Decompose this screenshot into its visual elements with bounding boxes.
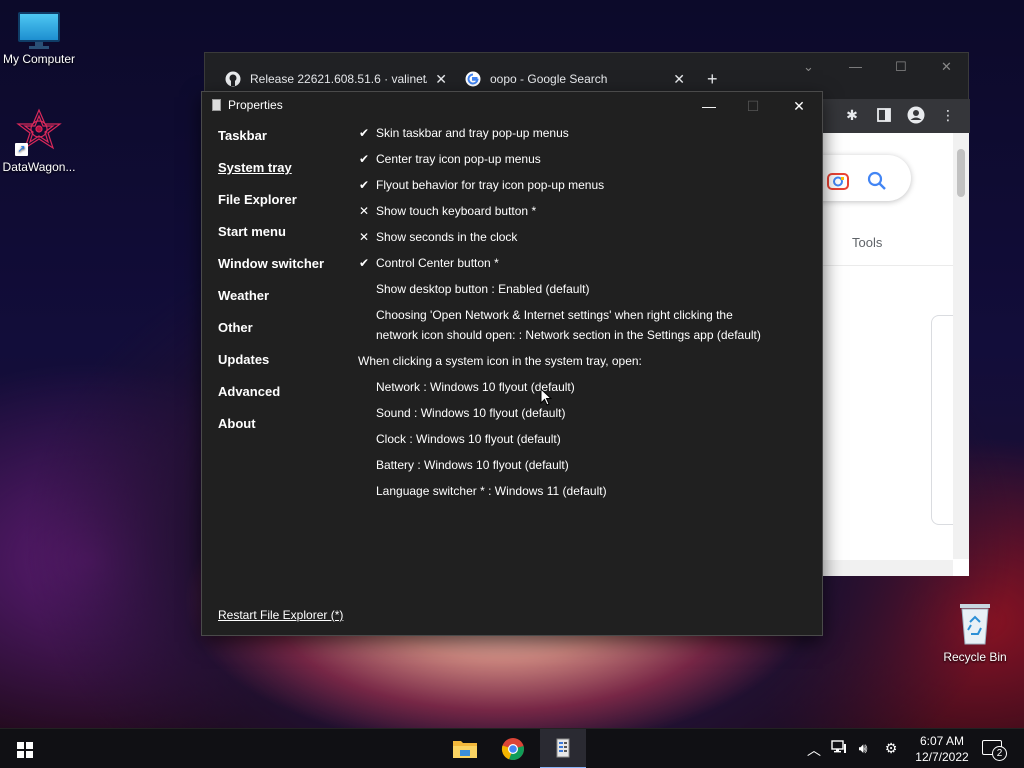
cross-icon: ✕: [358, 230, 370, 244]
tab-google-search[interactable]: oopo - Google Search ✕: [465, 65, 685, 93]
close-tab-icon[interactable]: ✕: [673, 71, 685, 88]
properties-window[interactable]: Properties — ☐ ✕ Taskbar System tray Fil…: [201, 91, 823, 636]
maximize-button[interactable]: ☐: [895, 59, 907, 75]
maximize-button[interactable]: ☐: [740, 96, 766, 116]
option-network-settings-line1[interactable]: Choosing 'Open Network & Internet settin…: [376, 308, 733, 322]
option-flyout-behavior[interactable]: Flyout behavior for tray icon pop-up men…: [376, 178, 604, 192]
tab-title: Release 22621.608.51.6 · valinet/E: [250, 72, 428, 86]
folder-icon: [453, 741, 477, 758]
web-page-viewport[interactable]: Tools: [813, 133, 969, 576]
minimize-button[interactable]: —: [696, 96, 722, 116]
close-tab-icon[interactable]: ✕: [435, 71, 447, 88]
new-tab-button[interactable]: +: [707, 65, 718, 93]
github-icon: [225, 71, 241, 87]
network-icon[interactable]: [830, 740, 848, 757]
checkmark-icon: ✔: [358, 256, 370, 270]
clock-time: 6:07 AM: [919, 734, 965, 748]
taskbar-chrome[interactable]: [490, 729, 536, 768]
menu-kebab-icon[interactable]: ⋮: [937, 104, 959, 126]
taskbar-clock[interactable]: 6:07 AM 12/7/2022: [912, 733, 972, 765]
app-icon: [212, 99, 221, 111]
option-show-seconds[interactable]: Show seconds in the clock: [376, 230, 517, 244]
option-touch-keyboard-button[interactable]: Show touch keyboard button *: [376, 204, 536, 218]
search-icon[interactable]: [867, 171, 887, 191]
datawagon-icon: ↗: [15, 108, 63, 156]
nav-window-switcher[interactable]: Window switcher: [218, 256, 324, 271]
option-language-switcher[interactable]: Language switcher * : Windows 11 (defaul…: [376, 484, 607, 498]
option-clock-flyout[interactable]: Clock : Windows 10 flyout (default): [376, 432, 561, 446]
desktop-icon-label: My Computer: [2, 52, 76, 66]
option-network-settings-line2[interactable]: network icon should open: : Network sect…: [376, 328, 761, 342]
checkmark-icon: ✔: [358, 152, 370, 166]
tab-github-release[interactable]: Release 22621.608.51.6 · valinet/E ✕: [225, 65, 447, 93]
taskbar-properties[interactable]: [540, 729, 586, 768]
option-control-center-button[interactable]: Control Center button *: [376, 256, 499, 270]
option-skin-taskbar-menus[interactable]: Skin taskbar and tray pop-up menus: [376, 126, 569, 140]
taskbar: ︿ 🔊︎ ⚙ 6:07 AM 12/7/2022 2: [0, 728, 1024, 768]
desktop-icon-recycle-bin[interactable]: Recycle Bin: [933, 602, 1017, 664]
volume-icon[interactable]: 🔊︎: [854, 740, 872, 757]
restart-file-explorer-link[interactable]: Restart File Explorer (*): [218, 608, 343, 622]
divider: [823, 265, 953, 266]
minimize-button[interactable]: —: [849, 59, 862, 74]
taskbar-file-explorer[interactable]: [442, 729, 488, 768]
shortcut-arrow-icon: ↗: [15, 143, 28, 156]
option-battery-flyout[interactable]: Battery : Windows 10 flyout (default): [376, 458, 569, 472]
desktop-icon-label: DataWagon...: [2, 160, 76, 174]
chrome-icon: [501, 738, 524, 761]
scrollbar-thumb[interactable]: [957, 149, 965, 197]
checkmark-icon: ✔: [358, 178, 370, 192]
side-panel-icon[interactable]: [873, 104, 895, 126]
desktop-icon-label: Recycle Bin: [943, 650, 1007, 664]
nav-start-menu[interactable]: Start menu: [218, 224, 286, 239]
option-sound-flyout[interactable]: Sound : Windows 10 flyout (default): [376, 406, 565, 420]
desktop-icon-datawagon[interactable]: ↗ DataWagon...: [0, 108, 81, 174]
nav-taskbar[interactable]: Taskbar: [218, 128, 267, 143]
tab-title: oopo - Google Search: [490, 72, 608, 86]
recycle-bin-icon: [956, 602, 994, 646]
properties-app-icon: [556, 738, 570, 758]
notification-center-button[interactable]: 2: [982, 738, 1007, 761]
chevron-up-icon[interactable]: ︿: [805, 740, 823, 760]
nav-other[interactable]: Other: [218, 320, 253, 335]
monitor-icon: [18, 12, 60, 49]
titlebar[interactable]: Properties — ☐ ✕: [202, 92, 822, 120]
vertical-scrollbar[interactable]: [953, 133, 969, 559]
start-button[interactable]: [17, 742, 33, 758]
close-button[interactable]: ✕: [786, 96, 812, 116]
close-button[interactable]: ✕: [941, 59, 952, 75]
profile-icon[interactable]: [905, 104, 927, 126]
nav-file-explorer[interactable]: File Explorer: [218, 192, 297, 207]
google-icon: [465, 71, 481, 87]
section-heading: When clicking a system icon in the syste…: [358, 354, 642, 368]
cross-icon: ✕: [358, 204, 370, 218]
checkmark-icon: ✔: [358, 126, 370, 140]
notification-count-badge: 2: [992, 746, 1007, 761]
desktop-icon-my-computer[interactable]: My Computer: [0, 12, 81, 66]
nav-system-tray[interactable]: System tray: [218, 160, 292, 175]
nav-updates[interactable]: Updates: [218, 352, 269, 367]
option-show-desktop-button[interactable]: Show desktop button : Enabled (default): [376, 282, 589, 296]
clock-date: 12/7/2022: [915, 750, 969, 764]
tools-tab[interactable]: Tools: [852, 235, 882, 250]
mouse-cursor-icon: [540, 388, 552, 406]
option-center-tray-menus[interactable]: Center tray icon pop-up menus: [376, 152, 541, 166]
horizontal-scrollbar[interactable]: [823, 560, 953, 576]
settings-gear-icon[interactable]: ⚙: [882, 740, 900, 757]
lens-camera-icon[interactable]: [827, 171, 849, 191]
tab-search-chevron-icon[interactable]: ⌄: [803, 59, 814, 75]
extensions-icon[interactable]: ✱: [841, 104, 863, 126]
nav-advanced[interactable]: Advanced: [218, 384, 280, 399]
nav-weather[interactable]: Weather: [218, 288, 269, 303]
nav-about[interactable]: About: [218, 416, 256, 431]
window-title: Properties: [228, 98, 283, 112]
